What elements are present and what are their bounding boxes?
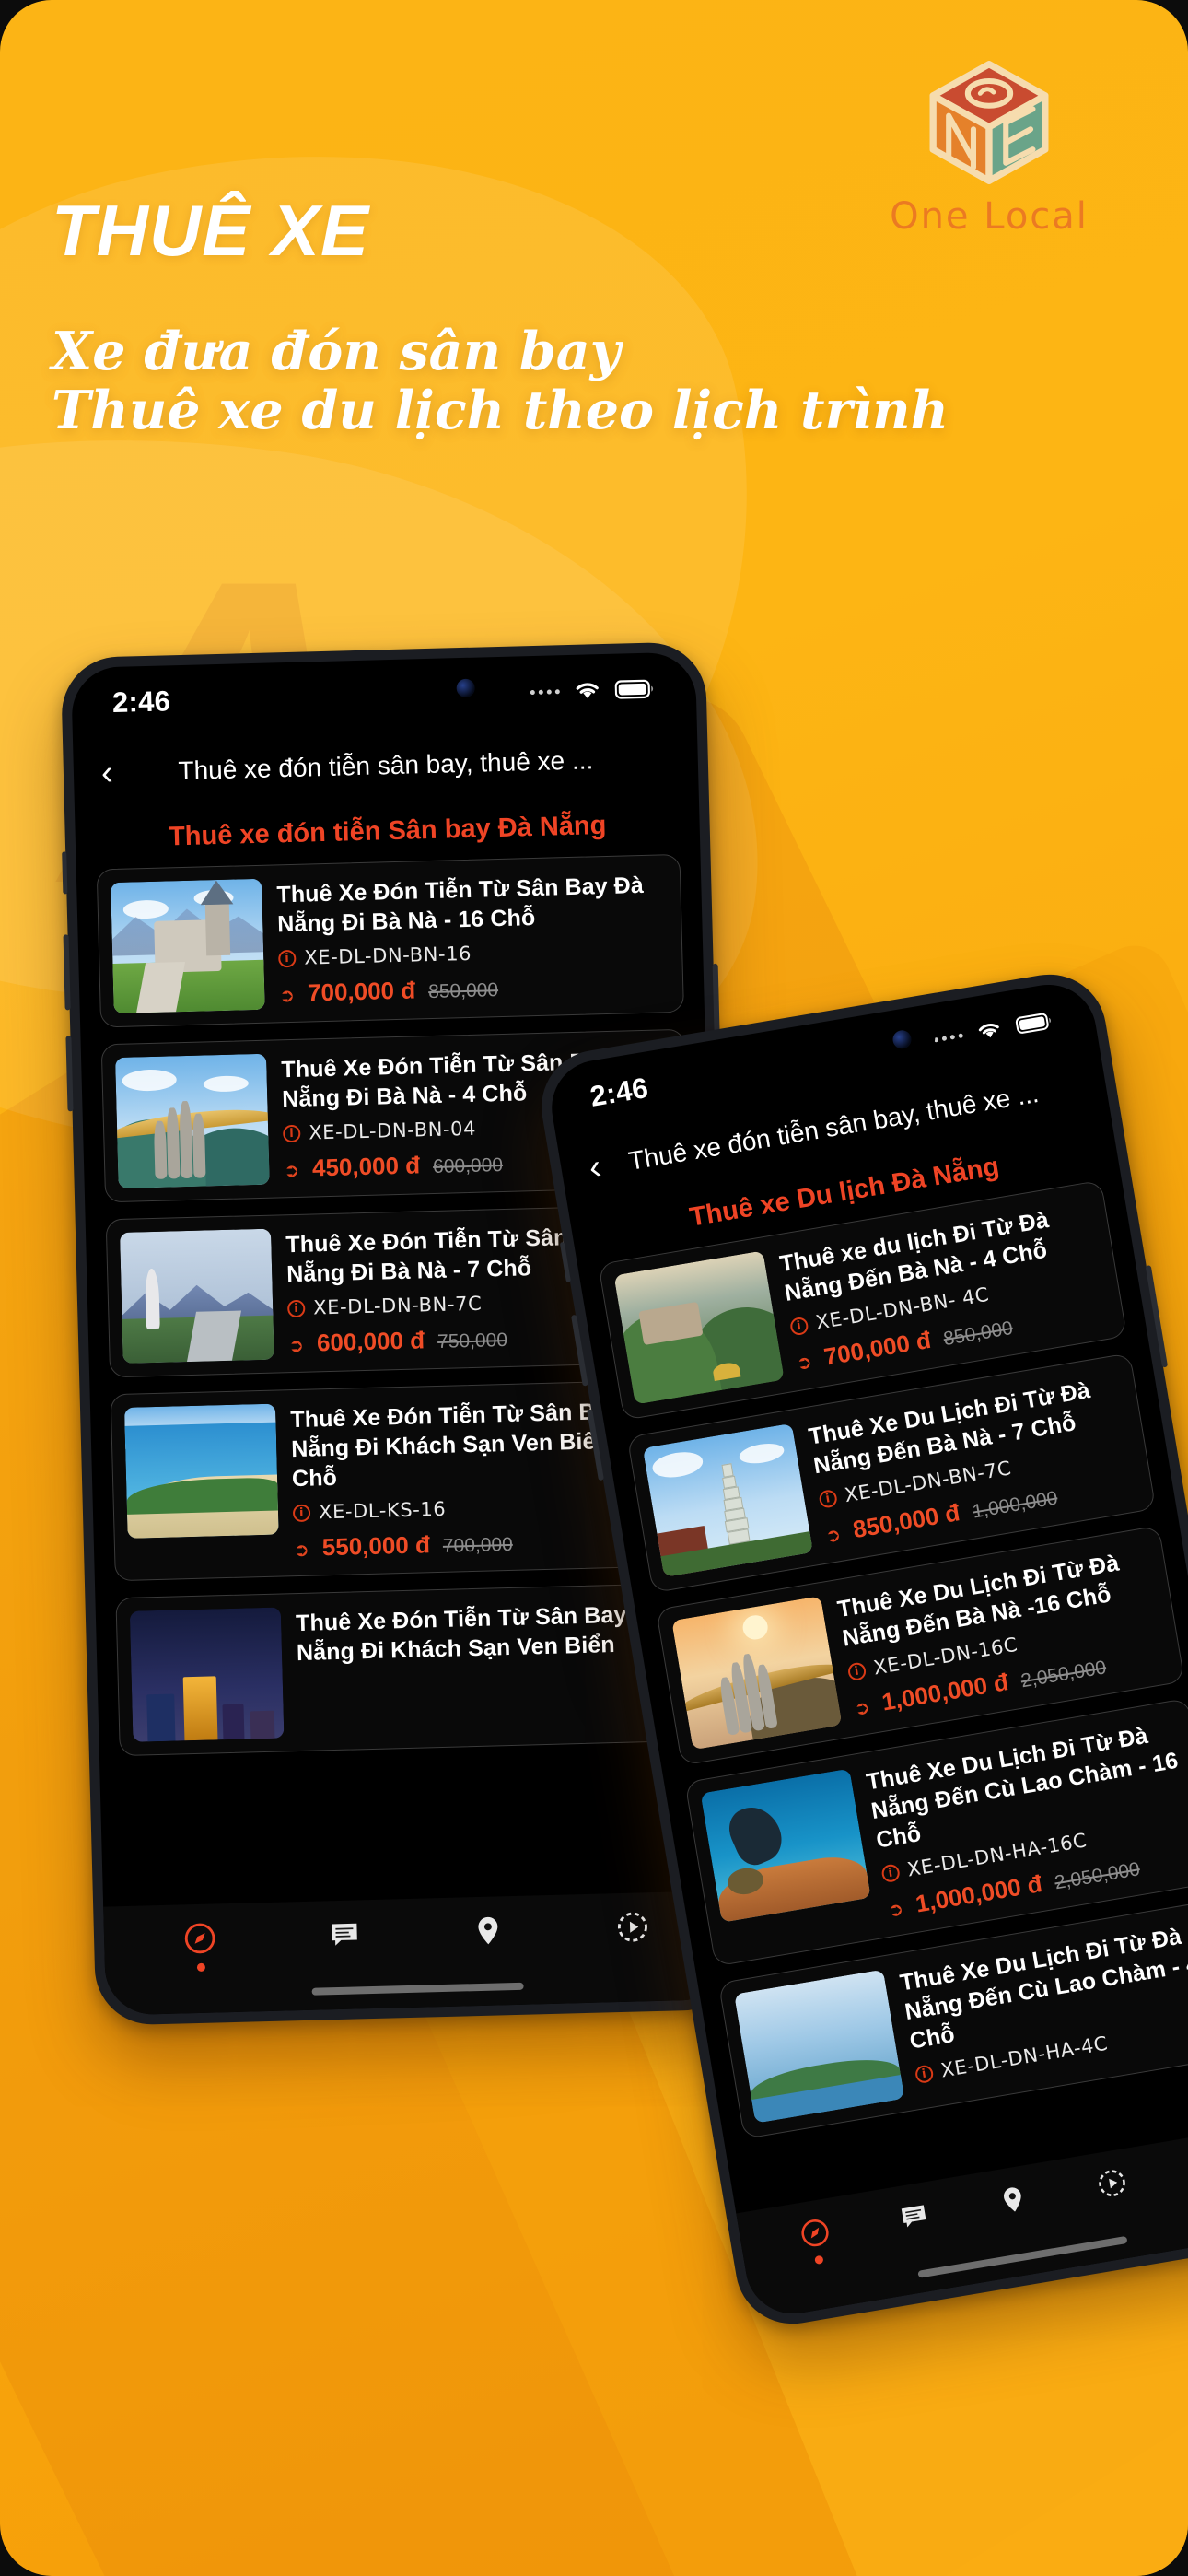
compass-icon (801, 2219, 829, 2247)
item-thumbnail (120, 1228, 274, 1364)
price-tag-icon: ➲ (284, 1160, 300, 1182)
chat-icon (901, 2205, 926, 2228)
history-clock-icon (1099, 2170, 1125, 2196)
item-price-new: 600,000 đ (316, 1326, 425, 1357)
item-thumbnail (115, 1053, 270, 1188)
phone-mockup-front: 2:46 ‹ Thuê xe đón tiễn sân bay, thuê xe… (532, 966, 1188, 2333)
phone2-screen: 2:46 ‹ Thuê xe đón tiễn sân bay, thuê xe… (544, 978, 1188, 2321)
location-pin-icon (1004, 2187, 1021, 2212)
history-clock-icon (617, 1912, 647, 1942)
item-price-old: 600,000 (432, 1154, 504, 1178)
info-icon: i (818, 1488, 839, 1509)
nav-tab-chat[interactable] (326, 1916, 362, 1952)
poster-subtitle: Xe đưa đón sân bay Thuê xe du lịch theo … (52, 322, 949, 440)
info-icon: i (292, 1504, 311, 1522)
chat-icon (331, 1923, 357, 1946)
item-price-new: 550,000 đ (321, 1530, 431, 1562)
list-item[interactable]: Thuê Xe Đón Tiễn Từ Sân Bay Đà Nẵng Đi K… (115, 1582, 704, 1757)
info-icon: i (788, 1316, 809, 1336)
item-price-old: 750,000 (437, 1329, 508, 1352)
front-camera-icon (891, 1028, 914, 1050)
item-price-new: 700,000 đ (307, 976, 416, 1007)
item-price-new: 450,000 đ (311, 1151, 421, 1182)
page-title: THUÊ XE (52, 190, 370, 271)
info-icon: i (846, 1660, 868, 1681)
price-tag-icon: ➲ (886, 1899, 905, 1922)
item-code: XE-DL-DN-BN-16 (303, 942, 472, 969)
info-icon: i (880, 1862, 902, 1883)
nav-tab-discover[interactable] (182, 1920, 218, 1973)
promo-poster: A M One Local THUÊ XE (0, 0, 1188, 2576)
item-title: Thuê Xe Đón Tiễn Từ Sân Bay Đà Nẵng Đi B… (276, 872, 645, 938)
location-pin-icon (478, 1916, 498, 1945)
subtitle-line-1: Xe đưa đón sân bay (52, 321, 621, 382)
item-thumbnail (700, 1768, 871, 1923)
battery-icon (1014, 1010, 1055, 1036)
phone1-header-title: Thuê xe đón tiễn sân bay, thuê xe ... (178, 745, 594, 786)
item-code-row: i XE-DL-DN-BN-16 (278, 937, 669, 969)
info-icon: i (283, 1124, 301, 1142)
front-camera-icon (456, 678, 475, 698)
brand-name: One Local (890, 195, 1089, 238)
item-code: XE-DL-DN-BN-7C (312, 1292, 483, 1319)
nav-tab-history[interactable] (1094, 2165, 1130, 2201)
nav-tab-discover[interactable] (797, 2215, 835, 2266)
item-price-old: 700,000 (442, 1533, 514, 1557)
item-thumbnail (111, 878, 265, 1014)
dynamic-island (268, 665, 500, 715)
phone1-volume-up-button (63, 934, 71, 1011)
item-thumbnail (671, 1596, 843, 1751)
signal-dots-icon (933, 1032, 964, 1043)
nav-tab-chat[interactable] (896, 2198, 932, 2234)
active-indicator-dot (196, 1962, 205, 1973)
item-thumbnail (613, 1250, 785, 1405)
item-code-row (297, 1666, 688, 1676)
phone2-bottom-nav (736, 2122, 1188, 2321)
item-price-old: 850,000 (427, 979, 499, 1003)
price-tag-icon: ➲ (853, 1697, 872, 1720)
status-time: 2:46 (588, 1071, 651, 1113)
nav-tab-location[interactable] (471, 1913, 507, 1949)
active-indicator-dot (814, 2254, 824, 2266)
signal-dots-icon (530, 688, 560, 695)
price-tag-icon: ➲ (279, 985, 296, 1007)
price-tag-icon: ➲ (823, 1524, 843, 1548)
compass-icon (185, 1923, 215, 1954)
item-price-old: 2,050,000 (1019, 1657, 1108, 1692)
subtitle-line-2: Thuê xe du lịch theo lịch trình (52, 379, 949, 441)
item-code: XE-DL-KS-16 (318, 1497, 447, 1524)
item-price-row: ➲ 700,000 đ 850,000 (279, 969, 670, 1008)
nav-tab-location[interactable] (995, 2182, 1031, 2218)
phone1-volume-down-button (65, 1036, 74, 1112)
phone1-mute-button (62, 851, 68, 895)
item-price-old: 1,000,000 (971, 1487, 1060, 1523)
status-time: 2:46 (111, 685, 171, 719)
item-thumbnail (642, 1423, 814, 1577)
item-code: XE-DL-DN-BN-04 (308, 1117, 477, 1144)
info-icon: i (914, 2063, 935, 2084)
phone1-bottom-nav (103, 1890, 731, 2016)
item-thumbnail (734, 1969, 905, 2124)
wifi-icon (572, 679, 602, 702)
item-price-new: 700,000 đ (821, 1325, 933, 1371)
price-tag-icon: ➲ (293, 1540, 310, 1562)
nav-tab-history[interactable] (614, 1909, 650, 1945)
brand-logo: One Local (851, 55, 1127, 238)
item-price-old: 850,000 (941, 1317, 1015, 1351)
item-price-old: 2,050,000 (1053, 1858, 1142, 1894)
battery-icon (614, 678, 656, 701)
price-tag-icon: ➲ (288, 1335, 305, 1357)
info-icon: i (286, 1299, 306, 1317)
item-price-new: 850,000 đ (850, 1498, 962, 1544)
info-icon: i (278, 949, 297, 967)
list-item[interactable]: Thuê Xe Đón Tiễn Từ Sân Bay Đà Nẵng Đi B… (96, 853, 684, 1028)
price-tag-icon: ➲ (795, 1352, 814, 1375)
wifi-icon (974, 1018, 1005, 1043)
one-local-cube-icon (929, 61, 1049, 184)
item-thumbnail (129, 1607, 285, 1742)
item-thumbnail (124, 1403, 279, 1539)
